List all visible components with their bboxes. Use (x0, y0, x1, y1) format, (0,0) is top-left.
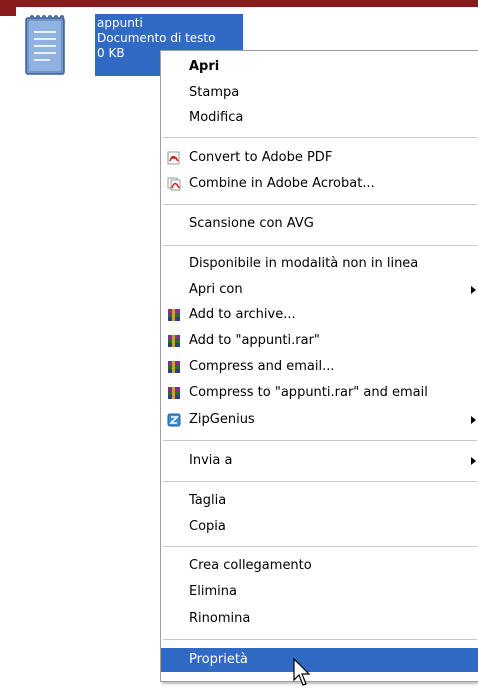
menu-item-modifica[interactable]: Modifica (161, 106, 478, 130)
winrar-icon (168, 361, 180, 373)
submenu-arrow-icon (471, 416, 476, 424)
menu-item-taglia[interactable]: Taglia (161, 489, 478, 513)
menu-item-add-to-rar[interactable]: Add to "appunti.rar" (161, 329, 478, 353)
menu-separator (163, 137, 477, 138)
adobe-pdf-icon (167, 151, 180, 165)
menu-item-elimina[interactable]: Elimina (161, 580, 478, 604)
adobe-acrobat-icon (167, 177, 181, 191)
submenu-arrow-icon (471, 286, 476, 294)
menu-item-stampa[interactable]: Stampa (161, 81, 478, 105)
menu-item-proprieta[interactable]: Proprietà (161, 648, 478, 672)
zipgenius-icon (167, 413, 181, 427)
mouse-pointer-icon (293, 658, 311, 686)
menu-separator (163, 204, 477, 205)
winrar-icon (168, 335, 180, 347)
text-document-icon[interactable] (22, 12, 70, 78)
menu-item-add-to-archive[interactable]: Add to archive... (161, 303, 478, 327)
menu-item-apri-con[interactable]: Apri con (161, 278, 478, 302)
menu-separator (163, 639, 477, 640)
menu-item-compress-email[interactable]: Compress and email... (161, 355, 478, 379)
menu-item-apri[interactable]: Apri (161, 55, 478, 79)
menu-item-convert-to-pdf[interactable]: Convert to Adobe PDF (161, 146, 478, 170)
context-menu: Apri Stampa Modifica Convert to Adobe PD… (160, 50, 478, 682)
menu-item-zipgenius[interactable]: ZipGenius (161, 408, 478, 432)
menu-separator (163, 546, 477, 547)
submenu-arrow-icon (471, 457, 476, 465)
menu-separator (163, 481, 477, 482)
menu-item-crea-collegamento[interactable]: Crea collegamento (161, 554, 478, 578)
winrar-icon (168, 387, 180, 399)
menu-item-rinomina[interactable]: Rinomina (161, 607, 478, 631)
file-type: Documento di testo (97, 31, 216, 45)
winrar-icon (168, 309, 180, 321)
window-top-bar (0, 0, 478, 7)
menu-item-offline[interactable]: Disponibile in modalità non in linea (161, 252, 478, 276)
menu-separator (163, 245, 477, 246)
menu-item-invia-a[interactable]: Invia a (161, 449, 478, 473)
menu-item-scansione-avg[interactable]: Scansione con AVG (161, 212, 478, 236)
window-corner (0, 0, 16, 16)
menu-separator (163, 440, 477, 441)
menu-item-combine-acrobat[interactable]: Combine in Adobe Acrobat... (161, 172, 478, 196)
menu-item-copia[interactable]: Copia (161, 515, 478, 539)
menu-item-compress-rar-email[interactable]: Compress to "appunti.rar" and email (161, 381, 478, 405)
file-name: appunti (97, 16, 143, 30)
